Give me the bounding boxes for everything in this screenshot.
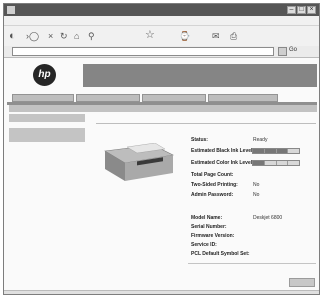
star-icon[interactable]: ☆: [145, 29, 155, 41]
color-ink-meter: [252, 160, 300, 166]
mail-icon[interactable]: ✉: [212, 30, 220, 42]
page-count-label: Total Page Count:: [191, 172, 234, 178]
model-name-label: Model Name:: [191, 215, 223, 221]
stop-icon[interactable]: ×: [48, 30, 53, 42]
service-id-label: Service ID:: [191, 242, 217, 248]
sidebar-item-2[interactable]: [9, 128, 85, 142]
info-divider: [188, 263, 316, 264]
refresh-icon[interactable]: ↻: [60, 30, 68, 42]
tab-3[interactable]: [142, 94, 206, 102]
printer-image: [104, 143, 174, 181]
browser-window: – □ × ◐ ›◯ × ↻ ⌂ ⚲ ☆ ⌚ ✉ ⎙ Go hp Status:…: [3, 3, 320, 295]
status-label: Status:: [191, 137, 208, 143]
admin-password-value: No: [253, 192, 260, 198]
black-ink-label: Estimated Black Ink Level:: [191, 148, 255, 154]
menu-bar: [4, 16, 319, 26]
hp-logo: hp: [33, 64, 56, 86]
model-name-value: Deskjet 6800: [253, 215, 283, 221]
home-icon[interactable]: ⌂: [74, 30, 79, 42]
tab-1[interactable]: [12, 94, 74, 102]
search-icon[interactable]: ⚲: [88, 30, 95, 42]
firmware-label: Firmware Version:: [191, 233, 235, 239]
header-banner: [83, 64, 317, 87]
history-icon[interactable]: ⌚: [179, 30, 190, 42]
go-button[interactable]: Go: [289, 47, 297, 53]
address-bar: Go: [4, 46, 319, 58]
minimize-button[interactable]: –: [287, 6, 296, 14]
title-bar: – □ ×: [4, 4, 319, 16]
forward-arrow-icon[interactable]: ›◯: [26, 30, 39, 42]
browser-app-icon: [7, 6, 15, 14]
status-value: Ready: [253, 137, 268, 143]
section-divider: [96, 123, 316, 124]
duplex-value: No: [253, 182, 260, 188]
go-arrow-icon[interactable]: [278, 47, 287, 56]
pcl-symbol-label: PCL Default Symbol Set:: [191, 251, 250, 257]
tab-4[interactable]: [208, 94, 278, 102]
black-ink-meter: [252, 148, 300, 154]
subnav-strip: [9, 105, 317, 112]
duplex-label: Two-Sided Printing:: [191, 182, 238, 188]
sidebar-item-1[interactable]: [9, 114, 85, 122]
serial-number-label: Serial Number:: [191, 224, 227, 230]
tab-2[interactable]: [76, 94, 140, 102]
page-viewport: hp Status: Ready Estimated Black Ink Lev…: [4, 58, 319, 294]
maximize-button[interactable]: □: [297, 6, 306, 14]
url-field[interactable]: [12, 47, 274, 56]
browser-toolbar: ◐ ›◯ × ↻ ⌂ ⚲ ☆ ⌚ ✉ ⎙: [4, 26, 319, 46]
back-arrow-icon[interactable]: ◐: [9, 30, 16, 42]
admin-password-label: Admin Password:: [191, 192, 234, 198]
horizontal-scrollbar[interactable]: [4, 290, 319, 294]
print-icon[interactable]: ⎙: [230, 30, 237, 42]
color-ink-label: Estimated Color Ink Level:: [191, 160, 254, 166]
close-button[interactable]: ×: [307, 6, 316, 14]
refresh-page-button[interactable]: [289, 278, 315, 287]
